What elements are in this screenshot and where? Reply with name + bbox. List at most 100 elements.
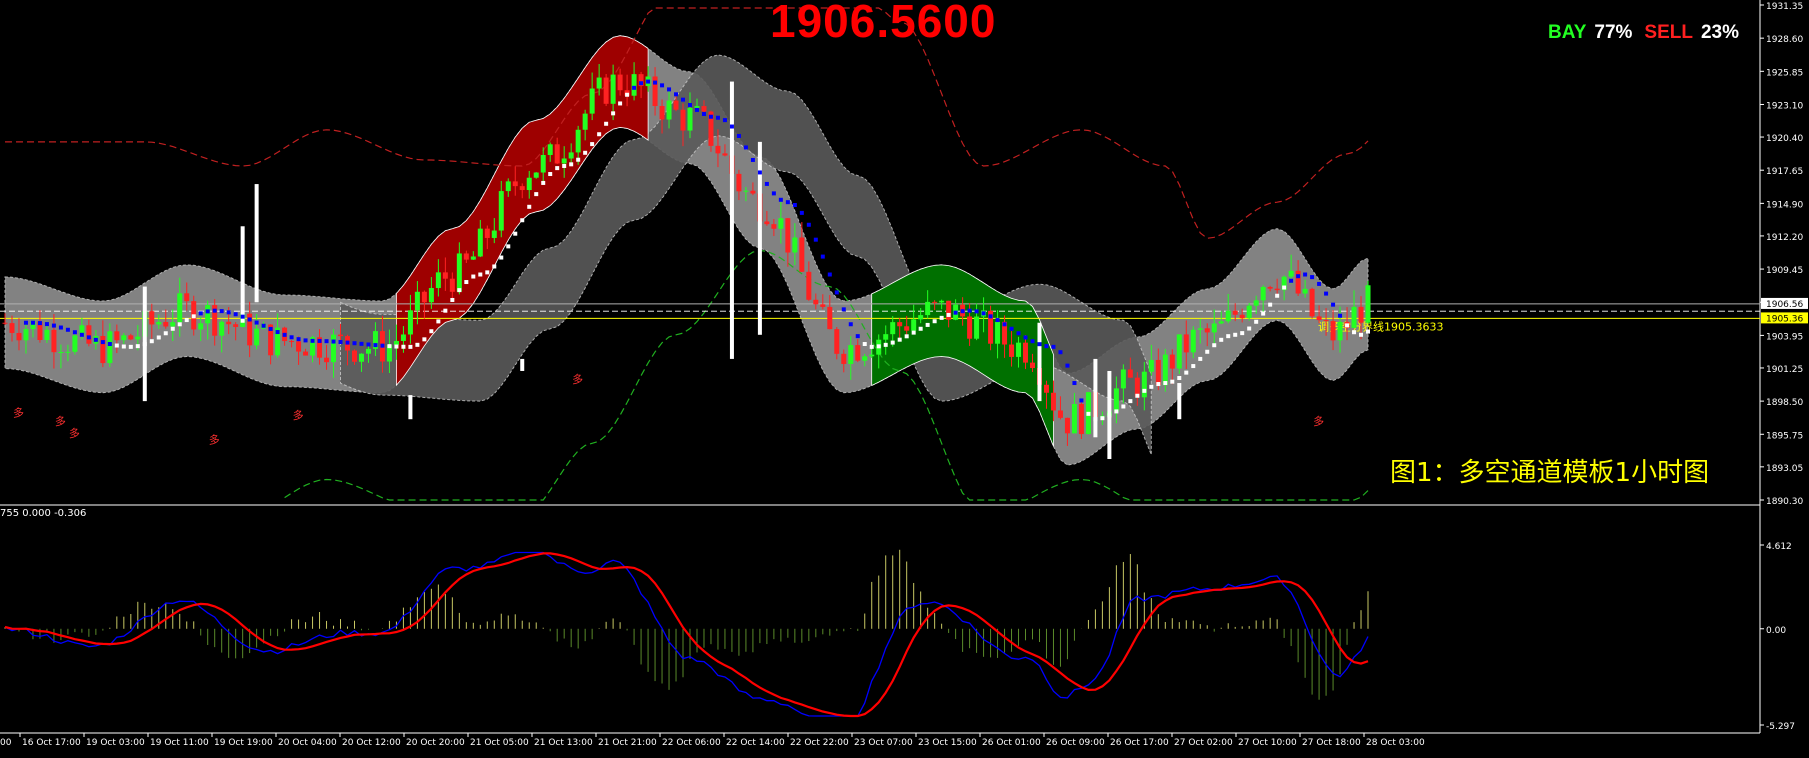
- candle-body[interactable]: [58, 351, 64, 353]
- candle-body[interactable]: [1176, 334, 1182, 369]
- candle-body[interactable]: [1078, 403, 1084, 435]
- candle-body[interactable]: [1141, 371, 1147, 398]
- candle-body[interactable]: [331, 334, 337, 363]
- candle-body[interactable]: [484, 228, 490, 238]
- candle-body[interactable]: [568, 152, 574, 159]
- candle-body[interactable]: [862, 356, 868, 361]
- candle-body[interactable]: [715, 145, 721, 154]
- candle-body[interactable]: [407, 310, 413, 335]
- candle-body[interactable]: [498, 191, 504, 231]
- candle-body[interactable]: [918, 315, 924, 320]
- candle-body[interactable]: [1023, 342, 1029, 363]
- candle-body[interactable]: [855, 345, 861, 361]
- candle-body[interactable]: [100, 335, 106, 364]
- candle-body[interactable]: [743, 190, 749, 192]
- candle-body[interactable]: [449, 278, 455, 292]
- candle-body[interactable]: [673, 100, 679, 110]
- candle-body[interactable]: [1218, 321, 1224, 324]
- candle-body[interactable]: [1064, 417, 1070, 434]
- candle-body[interactable]: [617, 74, 623, 91]
- candle-body[interactable]: [1337, 321, 1343, 341]
- candle-body[interactable]: [428, 288, 434, 303]
- candle-body[interactable]: [687, 107, 693, 131]
- candle-body[interactable]: [1253, 300, 1259, 306]
- chart-canvas[interactable]: 调多空分界线1905.3633 多多多 多多多多 1931.351928.6019…: [0, 0, 1809, 754]
- candle-body[interactable]: [1351, 306, 1357, 328]
- candle-body[interactable]: [1148, 359, 1154, 372]
- candle-body[interactable]: [86, 325, 92, 344]
- candle-body[interactable]: [1288, 270, 1294, 277]
- candle-body[interactable]: [848, 345, 854, 364]
- candle-body[interactable]: [114, 331, 120, 341]
- candle-body[interactable]: [1071, 403, 1077, 434]
- candle-body[interactable]: [393, 340, 399, 345]
- candle-body[interactable]: [799, 237, 805, 272]
- candle-body[interactable]: [834, 329, 840, 354]
- candle-body[interactable]: [149, 311, 155, 325]
- candle-body[interactable]: [575, 129, 581, 153]
- candle-body[interactable]: [813, 299, 819, 305]
- candle-body[interactable]: [1169, 354, 1175, 369]
- candle-body[interactable]: [519, 186, 525, 191]
- candle-body[interactable]: [135, 336, 141, 340]
- candle-body[interactable]: [764, 221, 770, 225]
- candle-body[interactable]: [1239, 314, 1245, 319]
- candle-body[interactable]: [897, 322, 903, 327]
- candle-body[interactable]: [358, 353, 364, 362]
- candle-body[interactable]: [785, 218, 791, 253]
- candle-body[interactable]: [995, 321, 1001, 344]
- candle-body[interactable]: [1260, 286, 1266, 301]
- candle-body[interactable]: [51, 329, 57, 353]
- candle-body[interactable]: [442, 272, 448, 279]
- candle-body[interactable]: [505, 181, 511, 192]
- candle-body[interactable]: [610, 74, 616, 104]
- candle-body[interactable]: [722, 153, 728, 156]
- candle-body[interactable]: [1162, 354, 1168, 386]
- candle-body[interactable]: [1302, 288, 1308, 294]
- candle-body[interactable]: [1274, 288, 1280, 291]
- candle-body[interactable]: [1057, 410, 1063, 418]
- candle-body[interactable]: [904, 326, 910, 331]
- candle-body[interactable]: [771, 224, 777, 229]
- candle-body[interactable]: [533, 172, 539, 178]
- candle-body[interactable]: [107, 331, 113, 364]
- candle-body[interactable]: [1183, 334, 1189, 353]
- candle-body[interactable]: [1197, 328, 1203, 330]
- candle-body[interactable]: [1309, 288, 1315, 317]
- candle-body[interactable]: [198, 323, 204, 330]
- candle-body[interactable]: [435, 272, 441, 289]
- candle-body[interactable]: [72, 335, 78, 352]
- candle-body[interactable]: [65, 351, 71, 353]
- candle-body[interactable]: [477, 228, 483, 257]
- candle-body[interactable]: [44, 329, 50, 340]
- candle-body[interactable]: [911, 319, 917, 331]
- candle-body[interactable]: [9, 323, 15, 333]
- candle-body[interactable]: [582, 113, 588, 130]
- candle-body[interactable]: [254, 328, 260, 346]
- chart-window[interactable]: 调多空分界线1905.3633 多多多多多多多 1931.35 1928.60 19…: [0, 0, 1809, 754]
- candle-body[interactable]: [967, 316, 973, 339]
- candle-body[interactable]: [841, 353, 847, 364]
- candle-body[interactable]: [2, 322, 8, 324]
- candle-body[interactable]: [701, 106, 707, 112]
- candle-body[interactable]: [932, 301, 938, 303]
- candle-body[interactable]: [603, 77, 609, 104]
- candle-body[interactable]: [177, 293, 183, 323]
- candle-body[interactable]: [589, 88, 595, 114]
- candle-body[interactable]: [1016, 342, 1022, 357]
- candle-body[interactable]: [491, 230, 497, 238]
- candle-body[interactable]: [1190, 329, 1196, 353]
- candle-body[interactable]: [303, 351, 309, 356]
- candle-body[interactable]: [939, 300, 945, 303]
- candle-body[interactable]: [1155, 359, 1161, 386]
- candle-body[interactable]: [289, 341, 295, 343]
- candle-body[interactable]: [184, 293, 190, 302]
- candle-body[interactable]: [1365, 285, 1371, 323]
- candle-body[interactable]: [226, 321, 232, 325]
- candle-body[interactable]: [338, 334, 344, 337]
- candle-body[interactable]: [561, 158, 567, 164]
- candle-body[interactable]: [806, 271, 812, 300]
- candle-body[interactable]: [680, 109, 686, 131]
- candle-body[interactable]: [121, 335, 127, 341]
- candle-body[interactable]: [1267, 286, 1273, 289]
